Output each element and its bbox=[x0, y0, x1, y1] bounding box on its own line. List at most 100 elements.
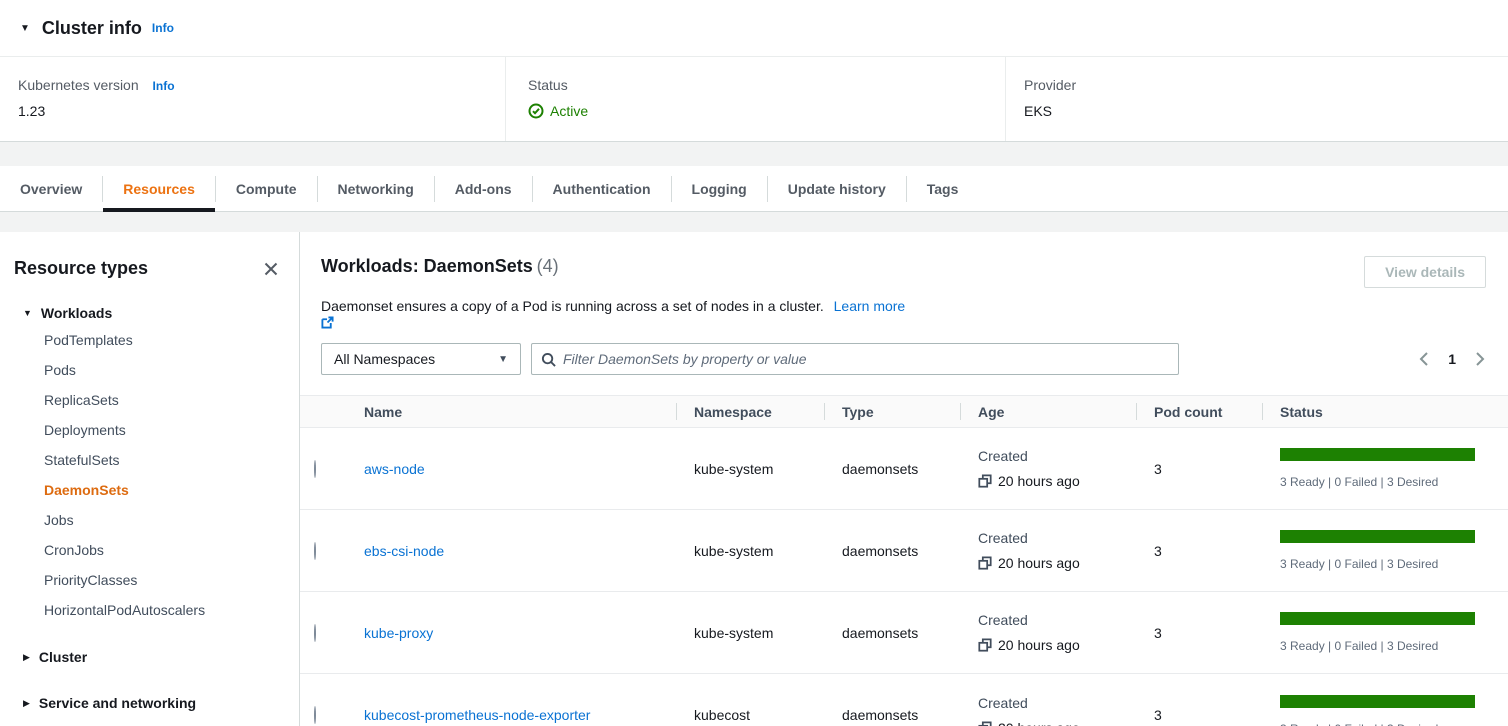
tab-authentication[interactable]: Authentication bbox=[533, 166, 671, 211]
table-row: kube-proxy kube-system daemonsets Create… bbox=[300, 592, 1508, 674]
next-page-icon[interactable] bbox=[1474, 351, 1486, 367]
sidebar-item-pods[interactable]: Pods bbox=[44, 355, 285, 385]
type-cell: daemonsets bbox=[824, 543, 960, 559]
sidebar-section-service-networking[interactable]: ▶ Service and networking bbox=[14, 695, 285, 711]
status-progress-bar bbox=[1280, 612, 1475, 625]
chevron-down-icon: ▼ bbox=[498, 354, 508, 365]
age-cell: Created 20 hours ago bbox=[960, 448, 1136, 489]
tab-tags[interactable]: Tags bbox=[907, 166, 979, 211]
status-cell: 3 Ready | 0 Failed | 3 Desired bbox=[1262, 448, 1508, 489]
daemonset-name-link[interactable]: kubecost-prometheus-node-exporter bbox=[364, 707, 590, 723]
row-radio-button[interactable] bbox=[314, 624, 316, 642]
kubernetes-version-label: Kubernetes version bbox=[18, 77, 139, 93]
chevron-right-icon: ▶ bbox=[23, 698, 30, 709]
pod-count-cell: 3 bbox=[1136, 543, 1262, 559]
page-title: Cluster info bbox=[42, 18, 142, 39]
daemonsets-table: Name Namespace Type Age Pod count Status… bbox=[300, 395, 1508, 726]
table-row: aws-node kube-system daemonsets Created … bbox=[300, 428, 1508, 510]
search-icon bbox=[541, 352, 556, 367]
copy-icon[interactable] bbox=[978, 556, 992, 570]
collapse-caret-icon[interactable]: ▼ bbox=[20, 23, 30, 34]
status-value: Active bbox=[550, 103, 588, 119]
sidebar-item-daemonsets[interactable]: DaemonSets bbox=[44, 475, 285, 505]
sidebar-item-cronjobs[interactable]: CronJobs bbox=[44, 535, 285, 565]
daemonset-name-link[interactable]: ebs-csi-node bbox=[364, 543, 444, 559]
age-cell: Created 20 hours ago bbox=[960, 695, 1136, 726]
sidebar-section-label: Workloads bbox=[41, 305, 112, 321]
status-cell: 3 Ready | 0 Failed | 3 Desired bbox=[1262, 612, 1508, 653]
cluster-info-header: ▼ Cluster info Info bbox=[0, 0, 1508, 57]
sidebar-item-priorityclasses[interactable]: PriorityClasses bbox=[44, 565, 285, 595]
column-header-name: Name bbox=[346, 396, 676, 427]
learn-more-link[interactable]: Learn more bbox=[834, 298, 906, 314]
cluster-info-info-link[interactable]: Info bbox=[152, 21, 174, 35]
tab-resources[interactable]: Resources bbox=[103, 166, 215, 211]
tab-update-history[interactable]: Update history bbox=[768, 166, 906, 211]
status-progress-bar bbox=[1280, 530, 1475, 543]
spacer bbox=[0, 212, 1508, 232]
table-row: kubecost-prometheus-node-exporter kubeco… bbox=[300, 674, 1508, 726]
sidebar-title: Resource types bbox=[14, 258, 148, 279]
age-cell: Created 20 hours ago bbox=[960, 530, 1136, 571]
namespace-cell: kubecost bbox=[676, 707, 824, 723]
row-radio-button[interactable] bbox=[314, 706, 316, 724]
kubernetes-version-field: Kubernetes version Info 1.23 bbox=[0, 57, 505, 141]
status-active-check-icon bbox=[528, 103, 544, 119]
select-column-header bbox=[300, 396, 346, 427]
column-header-pod-count: Pod count bbox=[1136, 396, 1262, 427]
resource-types-sidebar: Resource types ▼ Workloads PodTemplates … bbox=[0, 232, 300, 726]
type-cell: daemonsets bbox=[824, 625, 960, 641]
table-description: Daemonset ensures a copy of a Pod is run… bbox=[321, 298, 1486, 329]
daemonsets-panel: Workloads: DaemonSets (4) View details D… bbox=[300, 232, 1508, 726]
copy-icon[interactable] bbox=[978, 721, 992, 726]
sidebar-section-label: Cluster bbox=[39, 649, 87, 665]
tab-compute[interactable]: Compute bbox=[216, 166, 317, 211]
copy-icon[interactable] bbox=[978, 638, 992, 652]
sidebar-item-deployments[interactable]: Deployments bbox=[44, 415, 285, 445]
sidebar-item-horizontalpodautoscalers[interactable]: HorizontalPodAutoscalers bbox=[44, 595, 285, 625]
status-cell: 3 Ready | 0 Failed | 3 Desired bbox=[1262, 695, 1508, 726]
status-label: Status bbox=[528, 77, 1005, 93]
column-header-type: Type bbox=[824, 396, 960, 427]
namespace-cell: kube-system bbox=[676, 461, 824, 477]
current-page-number[interactable]: 1 bbox=[1448, 351, 1456, 367]
namespace-filter-select[interactable]: All Namespaces ▼ bbox=[321, 343, 521, 375]
close-icon[interactable] bbox=[257, 259, 285, 279]
row-count: (4) bbox=[537, 256, 559, 276]
table-title: Workloads: DaemonSets (4) bbox=[321, 256, 559, 277]
namespace-cell: kube-system bbox=[676, 625, 824, 641]
copy-icon[interactable] bbox=[978, 474, 992, 488]
pod-count-cell: 3 bbox=[1136, 461, 1262, 477]
chevron-right-icon: ▶ bbox=[23, 652, 30, 663]
row-radio-button[interactable] bbox=[314, 542, 316, 560]
status-cell: 3 Ready | 0 Failed | 3 Desired bbox=[1262, 530, 1508, 571]
provider-field: Provider EKS bbox=[1005, 57, 1508, 141]
table-header-row: Name Namespace Type Age Pod count Status bbox=[300, 395, 1508, 428]
namespace-cell: kube-system bbox=[676, 543, 824, 559]
tab-overview[interactable]: Overview bbox=[0, 166, 102, 211]
sidebar-item-jobs[interactable]: Jobs bbox=[44, 505, 285, 535]
column-header-namespace: Namespace bbox=[676, 396, 824, 427]
type-cell: daemonsets bbox=[824, 461, 960, 477]
previous-page-icon[interactable] bbox=[1418, 351, 1430, 367]
workloads-item-list: PodTemplates Pods ReplicaSets Deployment… bbox=[14, 321, 285, 627]
column-header-age: Age bbox=[960, 396, 1136, 427]
sidebar-item-statefulsets[interactable]: StatefulSets bbox=[44, 445, 285, 475]
tab-logging[interactable]: Logging bbox=[672, 166, 767, 211]
kubernetes-version-info-link[interactable]: Info bbox=[153, 79, 175, 93]
daemonset-name-link[interactable]: kube-proxy bbox=[364, 625, 433, 641]
sidebar-section-cluster[interactable]: ▶ Cluster bbox=[14, 649, 285, 665]
status-progress-bar bbox=[1280, 448, 1475, 461]
sidebar-item-replicasets[interactable]: ReplicaSets bbox=[44, 385, 285, 415]
daemonset-name-link[interactable]: aws-node bbox=[364, 461, 425, 477]
view-details-button[interactable]: View details bbox=[1364, 256, 1486, 288]
pod-count-cell: 3 bbox=[1136, 625, 1262, 641]
tab-networking[interactable]: Networking bbox=[318, 166, 434, 211]
provider-label: Provider bbox=[1024, 77, 1508, 93]
tab-add-ons[interactable]: Add-ons bbox=[435, 166, 532, 211]
sidebar-item-podtemplates[interactable]: PodTemplates bbox=[44, 325, 285, 355]
sidebar-section-workloads[interactable]: ▼ Workloads bbox=[14, 305, 285, 321]
sidebar-section-label: Service and networking bbox=[39, 695, 196, 711]
search-input[interactable] bbox=[563, 351, 1169, 367]
row-radio-button[interactable] bbox=[314, 460, 316, 478]
